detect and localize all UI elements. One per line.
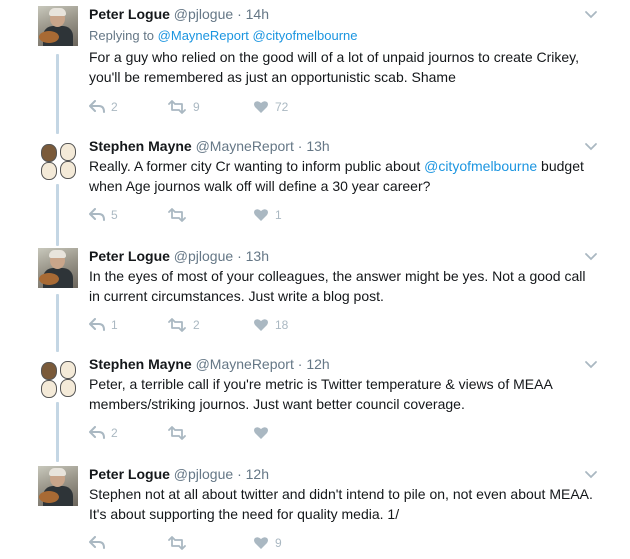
reply-icon — [89, 536, 105, 549]
retweet-count: 9 — [193, 100, 200, 114]
display-name[interactable]: Stephen Mayne — [89, 356, 192, 372]
retweet-icon — [168, 208, 186, 222]
avatar[interactable] — [38, 140, 78, 180]
user-handle[interactable]: @pjlogue — [174, 6, 233, 22]
heart-icon — [254, 319, 268, 331]
reply-count: 1 — [111, 318, 118, 332]
like-button[interactable]: 9 — [253, 533, 282, 553]
separator-dot: · — [297, 356, 303, 372]
tweet-actions: 9 — [89, 533, 389, 553]
timestamp[interactable]: 13h — [246, 248, 269, 264]
retweet-icon — [168, 100, 186, 114]
retweet-icon — [168, 426, 186, 440]
like-button[interactable] — [253, 423, 275, 443]
display-name[interactable]: Stephen Mayne — [89, 138, 192, 154]
like-count: 72 — [275, 100, 289, 114]
tweet-text: In the eyes of most of your colleagues, … — [89, 268, 586, 304]
tweet-text: Stephen not at all about twitter and did… — [89, 486, 593, 522]
like-count: 1 — [275, 208, 282, 222]
tweet[interactable]: Stephen Mayne @MayneReport · 12h Peter, … — [0, 352, 630, 456]
user-handle[interactable]: @MayneReport — [196, 138, 294, 154]
tweet-actions: 2 — [89, 423, 389, 443]
separator-dot: · — [237, 248, 242, 264]
user-handle[interactable]: @MayneReport — [196, 356, 294, 372]
separator-dot: · — [237, 466, 242, 482]
mention-link[interactable]: @cityofmelbourne — [424, 158, 537, 174]
reply-icon — [89, 318, 105, 331]
timestamp[interactable]: 12h — [246, 466, 269, 482]
avatar[interactable] — [38, 248, 78, 288]
replying-to: Replying to @MayneReport @cityofmelbourn… — [89, 28, 358, 43]
tweet-text-part: Really. A former city Cr wanting to info… — [89, 158, 425, 174]
retweet-button[interactable]: 2 — [167, 315, 200, 335]
reply-button[interactable]: 2 — [89, 97, 118, 117]
like-button[interactable]: 18 — [253, 315, 288, 335]
user-handle[interactable]: @pjlogue — [174, 248, 233, 264]
reply-icon — [89, 426, 105, 439]
tweet[interactable]: Peter Logue @pjlogue · 14h Replying to @… — [0, 0, 630, 130]
like-count: 18 — [275, 318, 289, 332]
mention-link[interactable]: @MayneReport — [158, 28, 249, 43]
separator-dot: · — [237, 6, 242, 22]
reply-icon — [89, 208, 105, 221]
avatar[interactable] — [38, 6, 78, 46]
reply-count: 2 — [111, 426, 118, 440]
tweet-actions: 2 9 72 — [89, 97, 389, 117]
reply-button[interactable] — [89, 533, 111, 553]
reply-button[interactable]: 1 — [89, 315, 118, 335]
replying-to-label: Replying to — [89, 28, 155, 43]
separator-dot: · — [297, 138, 303, 154]
chevron-down-icon[interactable] — [584, 360, 598, 370]
timestamp[interactable]: 13h — [306, 138, 329, 154]
heart-icon — [254, 537, 268, 549]
tweet-text: Peter, a terrible call if you're metric … — [89, 376, 553, 412]
tweet[interactable]: Peter Logue @pjlogue · 13h In the eyes o… — [0, 244, 630, 348]
like-button[interactable]: 72 — [253, 97, 288, 117]
tweet-actions: 5 1 — [89, 205, 389, 225]
chevron-down-icon[interactable] — [584, 470, 598, 480]
chevron-down-icon[interactable] — [584, 142, 598, 152]
retweet-button[interactable]: 9 — [167, 97, 200, 117]
retweet-count: 2 — [193, 318, 200, 332]
heart-icon — [254, 427, 268, 439]
reply-button[interactable]: 2 — [89, 423, 118, 443]
chevron-down-icon[interactable] — [584, 252, 598, 262]
retweet-button[interactable] — [167, 533, 193, 553]
tweet-header: Peter Logue @pjlogue · 12h — [89, 466, 269, 482]
tweet-text: For a guy who relied on the good will of… — [89, 49, 580, 85]
retweet-button[interactable] — [167, 205, 193, 225]
reply-button[interactable]: 5 — [89, 205, 118, 225]
avatar[interactable] — [38, 358, 78, 398]
tweet-header: Stephen Mayne @MayneReport · 13h — [89, 138, 330, 154]
like-count: 9 — [275, 536, 282, 550]
display-name[interactable]: Peter Logue — [89, 466, 170, 482]
display-name[interactable]: Peter Logue — [89, 6, 170, 22]
timestamp[interactable]: 14h — [246, 6, 269, 22]
like-button[interactable]: 1 — [253, 205, 282, 225]
reply-icon — [89, 100, 105, 113]
reply-count: 5 — [111, 208, 118, 222]
retweet-icon — [168, 536, 186, 550]
reply-count: 2 — [111, 100, 118, 114]
user-handle[interactable]: @pjlogue — [174, 466, 233, 482]
mention-link[interactable]: @cityofmelbourne — [253, 28, 358, 43]
heart-icon — [254, 101, 268, 113]
heart-icon — [254, 209, 268, 221]
tweet-header: Peter Logue @pjlogue · 13h — [89, 248, 269, 264]
tweet[interactable]: Peter Logue @pjlogue · 12h Stephen not a… — [0, 462, 630, 559]
avatar[interactable] — [38, 466, 78, 506]
chevron-down-icon[interactable] — [584, 10, 598, 20]
tweet-header: Peter Logue @pjlogue · 14h — [89, 6, 269, 22]
retweet-button[interactable] — [167, 423, 193, 443]
tweet-header: Stephen Mayne @MayneReport · 12h — [89, 356, 330, 372]
timestamp[interactable]: 12h — [306, 356, 329, 372]
tweet-actions: 1 2 18 — [89, 315, 389, 335]
display-name[interactable]: Peter Logue — [89, 248, 170, 264]
tweet[interactable]: Stephen Mayne @MayneReport · 13h Really.… — [0, 134, 630, 238]
tweet-text: Really. A former city Cr wanting to info… — [89, 156, 599, 196]
retweet-icon — [168, 318, 186, 332]
